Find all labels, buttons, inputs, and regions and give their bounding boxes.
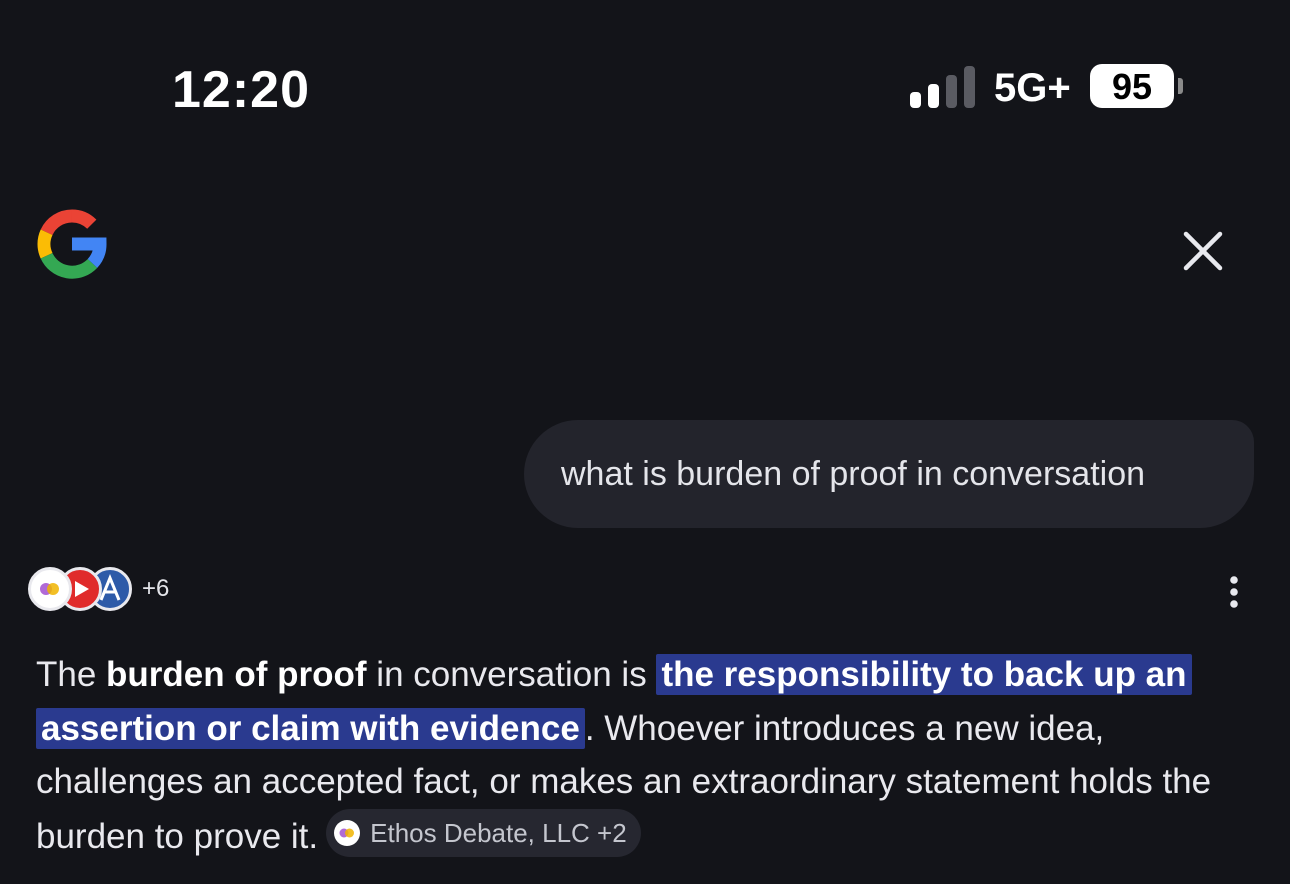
answer-text-2: in conversation is	[366, 655, 657, 694]
answer-text-1: The	[36, 655, 107, 694]
query-text: what is burden of proof in conversation	[561, 454, 1146, 493]
answer-highlight-2: assertion or claim with evidence	[36, 707, 585, 749]
ethos-debate-chip-icon	[334, 819, 361, 846]
status-time: 12:20	[172, 61, 310, 119]
close-icon[interactable]	[1176, 224, 1230, 278]
more-vert-icon[interactable]	[1218, 572, 1250, 612]
sources-more-count: +6	[142, 575, 170, 602]
google-g-icon	[37, 209, 107, 279]
network-type: 5G+	[994, 66, 1071, 110]
sources-button[interactable]: +6	[28, 564, 169, 614]
citation-chip[interactable]: Ethos Debate, LLC +2	[326, 808, 641, 857]
signal-strength-icon	[910, 66, 975, 108]
battery-tip	[1178, 78, 1183, 94]
answer-highlight-1: the responsibility to back up an	[656, 654, 1192, 695]
ethos-debate-icon	[28, 567, 72, 611]
ai-answer: The burden of proof in conversation is t…	[36, 648, 1246, 863]
query-bubble[interactable]: what is burden of proof in conversation	[524, 420, 1254, 528]
screen: 12:20 5G+ 95 what is burden of proof in …	[0, 0, 1290, 884]
battery-level: 95	[1090, 64, 1174, 108]
citation-label: Ethos Debate, LLC +2	[370, 817, 627, 848]
answer-bold-term: burden of proof	[106, 655, 367, 694]
